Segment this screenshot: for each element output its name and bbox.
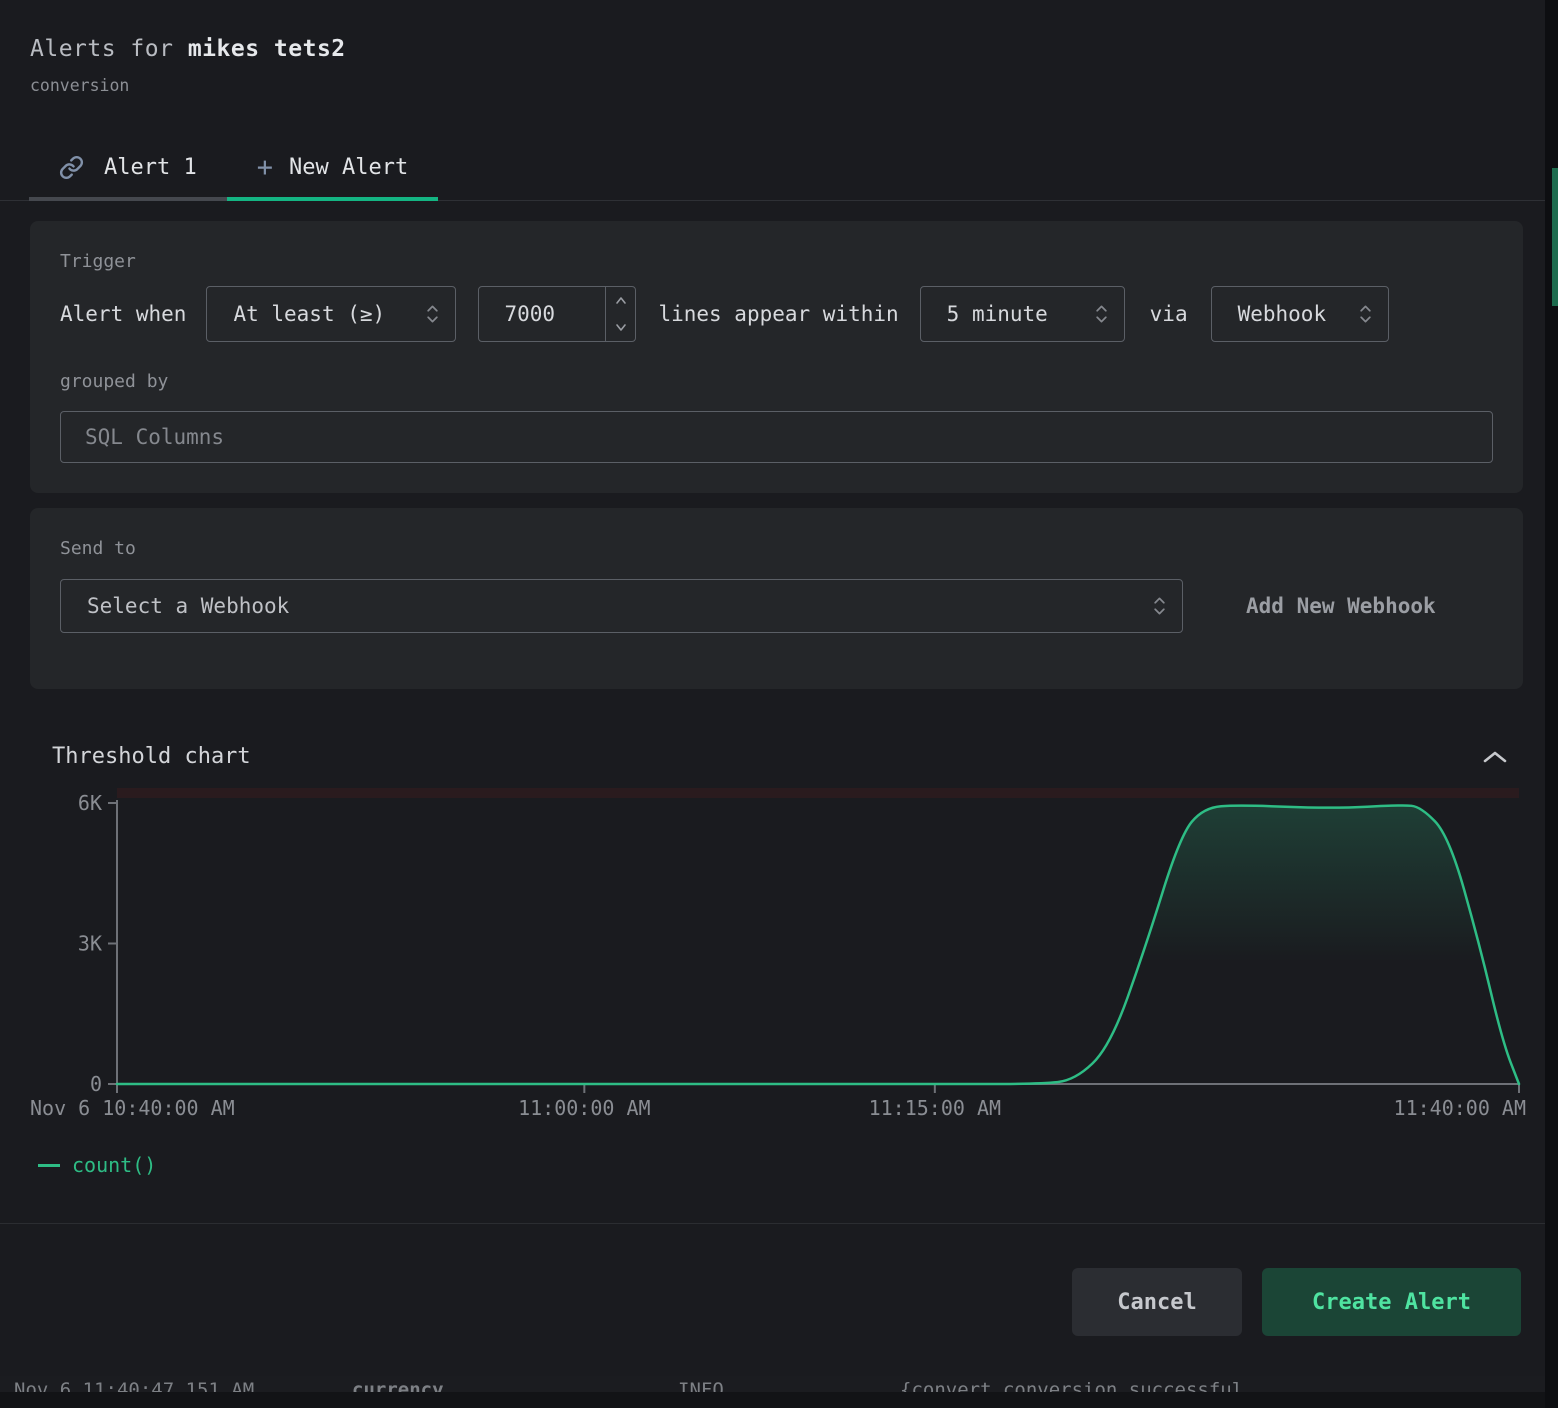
threshold-chart: 0 3K 6K Nov 6 10:40:00 AM 11:00:00 AM 11:15:0… bbox=[0, 777, 1545, 1177]
threshold-input-value: 7000 bbox=[479, 287, 605, 341]
alert-tabs: Alert 1 + New Alert bbox=[0, 135, 1545, 201]
group-by-input[interactable]: SQL Columns bbox=[60, 411, 1493, 463]
chevron-updown-icon bbox=[1359, 303, 1372, 325]
send-to-row: Select a Webhook Add New Webhook bbox=[60, 579, 1493, 659]
threshold-chart-title: Threshold chart bbox=[52, 744, 251, 769]
svg-text:11:40:00 AM: 11:40:00 AM bbox=[1394, 1096, 1526, 1120]
link-icon bbox=[59, 155, 84, 180]
add-new-webhook-button[interactable]: Add New Webhook bbox=[1246, 594, 1436, 618]
threshold-input[interactable]: 7000 bbox=[478, 286, 636, 342]
webhook-select-value: Select a Webhook bbox=[87, 594, 289, 618]
stepper-up-icon[interactable] bbox=[606, 287, 635, 314]
footer-divider bbox=[0, 1223, 1545, 1224]
log-message: {convert conversion successful bbox=[900, 1379, 1243, 1392]
svg-text:11:00:00 AM: 11:00:00 AM bbox=[518, 1096, 650, 1120]
tab-alert-1-underline bbox=[29, 197, 227, 201]
legend-series-label: count() bbox=[72, 1153, 156, 1177]
alert-when-label: Alert when bbox=[60, 302, 186, 326]
threshold-chart-header: Threshold chart bbox=[0, 744, 1545, 769]
stepper-down-icon[interactable] bbox=[606, 314, 635, 341]
underlying-page-edge bbox=[1545, 0, 1558, 1408]
window-select[interactable]: 5 minute bbox=[920, 286, 1125, 342]
svg-text:Nov 6 10:40:00 AM: Nov 6 10:40:00 AM bbox=[30, 1096, 235, 1120]
grouped-by-label: grouped by bbox=[60, 371, 1493, 392]
threshold-stepper[interactable] bbox=[605, 287, 635, 341]
chevron-updown-icon bbox=[426, 303, 439, 325]
page-subtitle: conversion bbox=[30, 76, 1515, 95]
send-to-label: Send to bbox=[60, 538, 1493, 559]
svg-text:3K: 3K bbox=[78, 932, 102, 956]
cancel-button[interactable]: Cancel bbox=[1072, 1268, 1242, 1336]
svg-text:0: 0 bbox=[90, 1072, 102, 1096]
background-log-row: Nov 6 11:40:47.151 AM currency INFO {con… bbox=[0, 1376, 1545, 1392]
modal-footer: Cancel Create Alert bbox=[0, 1268, 1545, 1336]
chevron-updown-icon bbox=[1095, 303, 1108, 325]
condition-select[interactable]: At least (≥) bbox=[206, 286, 456, 342]
tab-new-alert-label: New Alert bbox=[289, 155, 408, 180]
group-by-placeholder: SQL Columns bbox=[85, 425, 224, 449]
modal-header: Alerts for mikes tets2 conversion bbox=[0, 0, 1545, 95]
tab-new-alert-underline bbox=[227, 197, 438, 201]
log-service: currency bbox=[352, 1379, 444, 1392]
chart-legend: count() bbox=[38, 1153, 1545, 1177]
condition-select-value: At least (≥) bbox=[233, 302, 385, 326]
send-to-panel: Send to Select a Webhook Add New Webhook bbox=[30, 508, 1523, 689]
page-title-name: mikes tets2 bbox=[188, 36, 346, 62]
log-level: INFO bbox=[678, 1379, 724, 1392]
tab-new-alert[interactable]: + New Alert bbox=[227, 135, 438, 200]
channel-select[interactable]: Webhook bbox=[1211, 286, 1389, 342]
svg-text:6K: 6K bbox=[78, 791, 102, 815]
channel-select-value: Webhook bbox=[1238, 302, 1327, 326]
page-title: Alerts for mikes tets2 bbox=[30, 36, 1515, 62]
trigger-panel: Trigger Alert when At least (≥) 7000 lin… bbox=[30, 221, 1523, 493]
create-alert-button[interactable]: Create Alert bbox=[1262, 1268, 1521, 1336]
chevron-updown-icon bbox=[1153, 595, 1166, 617]
trigger-section-label: Trigger bbox=[60, 251, 1493, 272]
page-title-prefix: Alerts for bbox=[30, 36, 188, 62]
trigger-row: Alert when At least (≥) 7000 lines appea… bbox=[60, 286, 1493, 342]
underlying-green-button-edge bbox=[1552, 168, 1558, 306]
svg-text:11:15:00 AM: 11:15:00 AM bbox=[869, 1096, 1001, 1120]
window-select-value: 5 minute bbox=[947, 302, 1048, 326]
plus-icon: + bbox=[257, 152, 273, 183]
collapse-chart-button[interactable] bbox=[1481, 748, 1509, 766]
tab-alert-1[interactable]: Alert 1 bbox=[29, 135, 227, 200]
lines-appear-label: lines appear within bbox=[658, 302, 898, 326]
chevron-up-icon bbox=[1481, 748, 1509, 766]
threshold-chart-svg: 0 3K 6K Nov 6 10:40:00 AM 11:00:00 AM 11:15:0… bbox=[0, 777, 1545, 1149]
tab-alert-1-label: Alert 1 bbox=[104, 155, 197, 180]
via-label: via bbox=[1150, 302, 1188, 326]
webhook-select[interactable]: Select a Webhook bbox=[60, 579, 1183, 633]
legend-line-swatch bbox=[38, 1164, 60, 1167]
log-timestamp: Nov 6 11:40:47.151 AM bbox=[14, 1379, 254, 1392]
create-alert-modal: Alerts for mikes tets2 conversion Alert … bbox=[0, 0, 1545, 1392]
